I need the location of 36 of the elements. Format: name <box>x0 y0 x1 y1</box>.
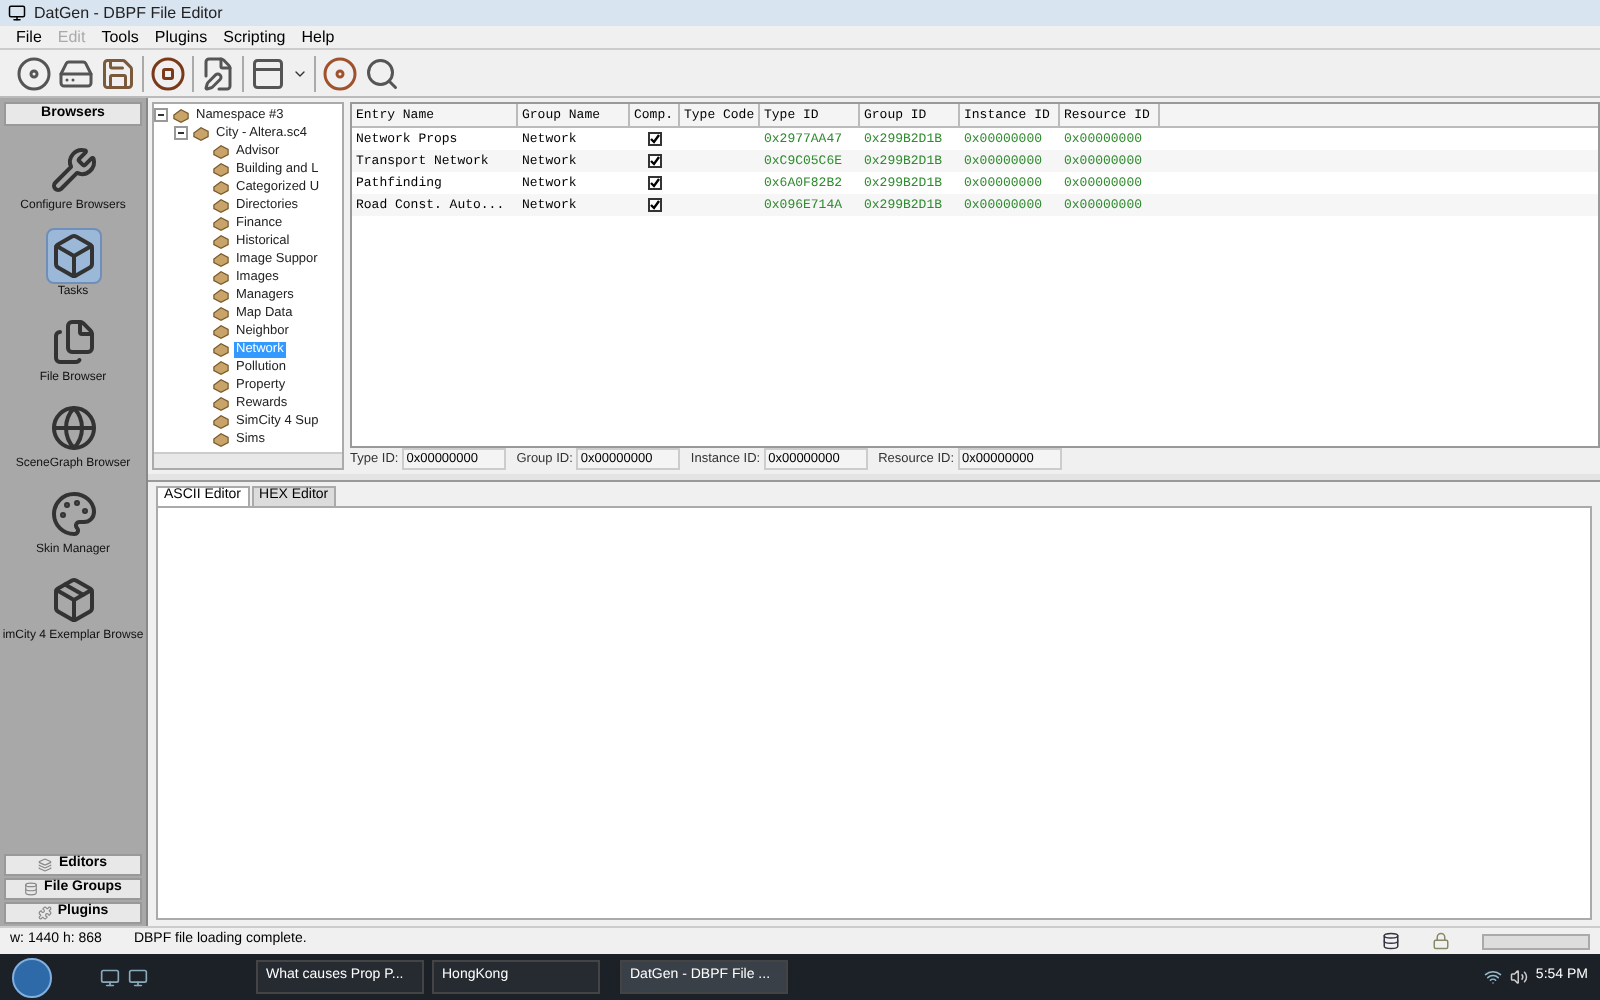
panel-icon[interactable] <box>250 55 286 91</box>
disc-icon[interactable] <box>16 55 52 91</box>
checkbox[interactable] <box>648 198 662 212</box>
save-icon[interactable] <box>100 55 136 91</box>
drive-icon[interactable] <box>58 55 94 91</box>
network-icon[interactable] <box>1483 968 1502 986</box>
menu-item[interactable]: Tools <box>101 25 139 49</box>
app-icon <box>8 4 26 22</box>
layers-icon <box>38 858 53 872</box>
collapse-icon[interactable] <box>154 108 168 122</box>
checkbox[interactable] <box>648 132 662 146</box>
palette-icon <box>49 490 97 538</box>
edit-file-icon[interactable] <box>200 55 236 91</box>
files-icon <box>49 318 97 366</box>
package-icon <box>49 576 97 624</box>
menu-item[interactable]: Scripting <box>223 25 286 49</box>
desktop-icon[interactable] <box>100 967 120 987</box>
database-icon <box>1382 932 1400 950</box>
volume-icon[interactable] <box>1509 968 1528 986</box>
stop-icon[interactable] <box>150 55 186 91</box>
puzzle-icon <box>37 906 52 920</box>
wrench-icon <box>49 146 97 194</box>
checkbox[interactable] <box>648 176 662 190</box>
window-title: DatGen - DBPF File Editor <box>34 1 223 25</box>
box-icon <box>49 232 97 280</box>
collapse-icon[interactable] <box>174 126 188 140</box>
menu-item[interactable]: Plugins <box>154 25 208 49</box>
checkbox[interactable] <box>648 154 662 168</box>
menu-item[interactable]: File <box>16 25 42 49</box>
scrollbar[interactable] <box>154 452 342 468</box>
menu-item[interactable]: Help <box>301 25 335 49</box>
database-icon <box>24 882 39 896</box>
globe-icon <box>49 404 97 452</box>
start-button[interactable] <box>12 957 52 997</box>
search-icon[interactable] <box>364 55 400 91</box>
lock-icon <box>1432 932 1450 950</box>
